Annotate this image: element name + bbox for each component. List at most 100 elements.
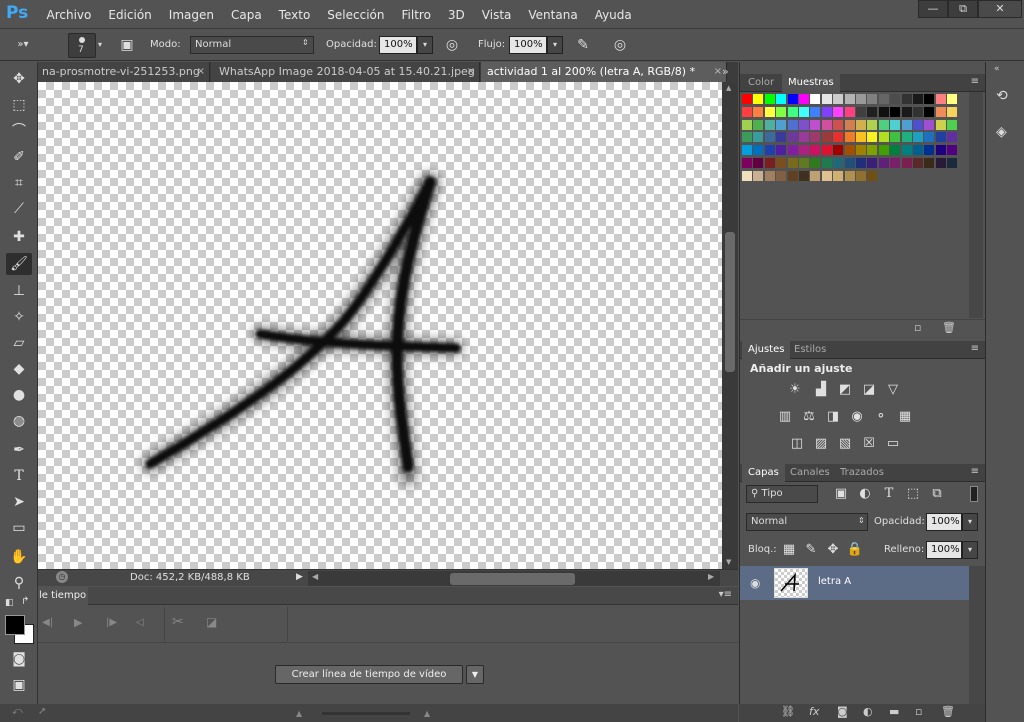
close-icon[interactable]: × — [197, 62, 205, 82]
history-brush-tool-icon[interactable]: ✧ — [6, 306, 32, 328]
color-swatch[interactable] — [867, 132, 878, 143]
color-swatch[interactable] — [901, 158, 912, 168]
color-swatch[interactable] — [833, 106, 844, 117]
color-swatch[interactable] — [867, 170, 878, 181]
color-swatch[interactable] — [787, 145, 798, 156]
menu-seleccion[interactable]: Selección — [319, 8, 393, 22]
horizontal-scroll-thumb[interactable] — [450, 573, 575, 585]
color-swatch[interactable] — [878, 145, 889, 156]
menu-3d[interactable]: 3D — [439, 8, 473, 22]
type-tool-icon[interactable]: T — [6, 465, 32, 487]
healing-brush-tool-icon[interactable]: ✚ — [6, 226, 32, 248]
menu-vista[interactable]: Vista — [473, 8, 520, 22]
airbrush-icon[interactable]: ✎ — [572, 35, 594, 55]
color-swatch[interactable] — [742, 132, 752, 143]
menu-imagen[interactable]: Imagen — [160, 8, 222, 22]
color-swatch[interactable] — [890, 94, 901, 104]
lasso-tool-icon[interactable]: ⌒ — [6, 120, 32, 142]
color-swatch[interactable] — [901, 132, 912, 143]
color-swatch[interactable] — [913, 158, 923, 168]
vertical-scroll-thumb[interactable] — [725, 232, 735, 372]
lock-transparency-icon[interactable]: ▦ — [780, 542, 798, 558]
color-lookup-icon[interactable]: ▦ — [896, 409, 914, 425]
delete-layer-icon[interactable]: 🗑 — [941, 705, 955, 718]
color-swatch[interactable] — [935, 158, 946, 168]
zoom-tool-icon[interactable]: ⚲ — [6, 572, 32, 594]
color-swatch[interactable] — [844, 132, 855, 143]
color-swatch[interactable] — [764, 158, 775, 168]
visibility-eye-icon[interactable]: ◉ — [750, 576, 760, 590]
color-swatch[interactable] — [924, 106, 935, 117]
color-swatch[interactable] — [776, 170, 787, 181]
marquee-tool-icon[interactable]: ⬚ — [6, 94, 32, 116]
menu-filtro[interactable]: Filtro — [393, 8, 439, 22]
color-swatch[interactable] — [799, 94, 809, 104]
color-swatch[interactable] — [799, 106, 809, 117]
dodge-tool-icon[interactable]: ◍ — [6, 410, 32, 432]
layer-row[interactable]: ◉ letra A — [740, 566, 969, 600]
color-swatch[interactable] — [913, 145, 923, 156]
color-swatch[interactable] — [844, 145, 855, 156]
color-swatch[interactable] — [810, 94, 821, 104]
menu-capa[interactable]: Capa — [222, 8, 270, 22]
mode-select[interactable]: Normal — [190, 36, 314, 54]
new-swatch-icon[interactable]: ▫ — [914, 321, 921, 334]
color-swatch[interactable] — [924, 145, 935, 156]
color-swatch[interactable] — [753, 106, 764, 117]
menu-edicion[interactable]: Edición — [100, 8, 160, 22]
color-swatch[interactable] — [856, 119, 866, 130]
horizontal-scrollbar[interactable]: ◀ ▶ — [308, 571, 720, 586]
tab-document-1[interactable]: na-prosmotre-vi-251253.png × — [38, 62, 210, 82]
close-window-button[interactable]: ✕ — [978, 0, 1022, 18]
tab-document-active[interactable]: actividad 1 al 200% (letra A, RGB/8) * × — [481, 62, 727, 82]
layer-fill-dropdown[interactable]: ▾ — [962, 541, 978, 559]
color-swatch[interactable] — [753, 119, 764, 130]
clone-stamp-tool-icon[interactable]: ⊥ — [6, 280, 32, 302]
color-swatch[interactable] — [856, 170, 866, 181]
tab-swatches[interactable]: Muestras — [782, 74, 840, 92]
color-swatch[interactable] — [844, 106, 855, 117]
vertical-scrollbar[interactable]: ▲ ▼ — [722, 82, 738, 569]
color-swatch[interactable] — [787, 158, 798, 168]
adjustment-layer-icon[interactable]: ◐ — [863, 705, 873, 718]
color-swatch[interactable] — [753, 170, 764, 181]
color-swatch[interactable] — [867, 119, 878, 130]
default-colors-icon[interactable]: ◧ — [5, 598, 14, 608]
color-swatch[interactable] — [901, 119, 912, 130]
brush-preset-picker[interactable]: 7 — [68, 33, 96, 58]
color-swatch[interactable] — [753, 94, 764, 104]
color-swatch[interactable] — [947, 106, 958, 117]
color-swatch[interactable] — [776, 145, 787, 156]
color-swatch[interactable] — [810, 119, 821, 130]
minimize-button[interactable]: — — [918, 0, 948, 18]
color-swatch[interactable] — [787, 106, 798, 117]
panel-menu-icon[interactable]: ▾≡ — [719, 589, 732, 600]
color-swatch[interactable] — [867, 158, 878, 168]
color-swatch[interactable] — [799, 145, 809, 156]
color-swatch[interactable] — [821, 170, 832, 181]
color-swatch[interactable] — [821, 145, 832, 156]
restore-button[interactable]: ⧉ — [948, 0, 978, 18]
filter-shape-icon[interactable]: ⬚ — [904, 486, 922, 502]
color-swatch[interactable] — [821, 106, 832, 117]
color-swatch[interactable] — [787, 132, 798, 143]
color-swatch[interactable] — [913, 106, 923, 117]
color-swatch[interactable] — [844, 158, 855, 168]
color-swatch[interactable] — [901, 106, 912, 117]
filter-toggle[interactable] — [970, 486, 978, 502]
color-swatch[interactable] — [742, 170, 752, 181]
layer-opacity-dropdown[interactable]: ▾ — [962, 513, 978, 531]
selective-color-icon[interactable]: ☒ — [860, 436, 878, 452]
color-swatch[interactable] — [799, 132, 809, 143]
pressure-size-icon[interactable]: ◎ — [609, 35, 631, 55]
opacity-dropdown[interactable]: ▾ — [417, 36, 433, 54]
timeline-tab[interactable]: le tiempo — [38, 587, 88, 605]
foreground-color-swatch[interactable] — [5, 615, 25, 635]
color-swatch[interactable] — [856, 106, 866, 117]
more-tabs-icon[interactable]: » — [722, 65, 729, 78]
color-swatch[interactable] — [947, 145, 958, 156]
layer-mask-icon[interactable]: ◙ — [837, 705, 848, 718]
status-menu-arrow-icon[interactable]: ▶ — [296, 572, 303, 582]
color-swatch[interactable] — [776, 119, 787, 130]
color-swatch[interactable] — [764, 132, 775, 143]
